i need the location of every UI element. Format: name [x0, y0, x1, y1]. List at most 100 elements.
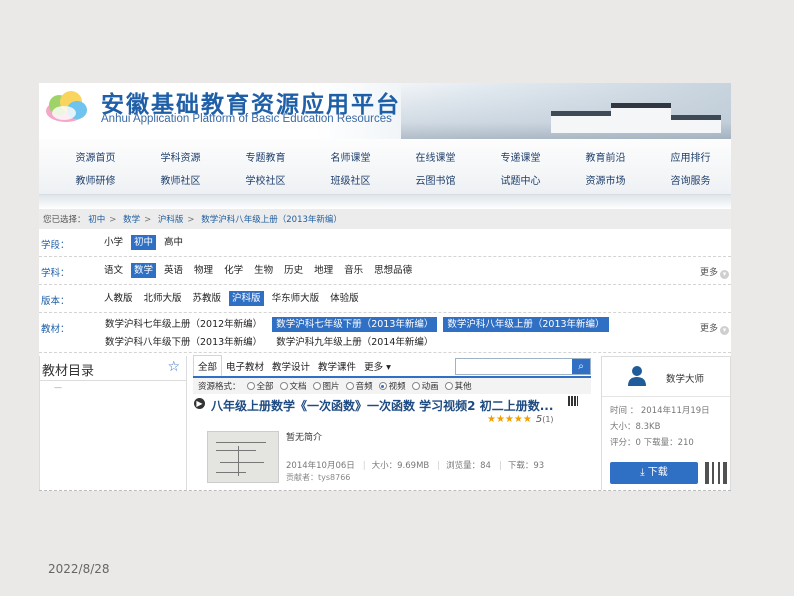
- nav-item[interactable]: 学科资源: [138, 149, 223, 164]
- filter-label: 学段：: [41, 240, 70, 251]
- nav-item[interactable]: 教师社区: [138, 172, 223, 187]
- format-option-selected[interactable]: 视频: [378, 380, 406, 392]
- filter-option[interactable]: 华东师大版: [269, 291, 323, 306]
- tab-more[interactable]: 更多 ▾: [360, 356, 395, 376]
- filter-label: 版本：: [41, 296, 70, 307]
- filter-option[interactable]: 语文: [101, 263, 126, 278]
- filter-option[interactable]: 苏教版: [190, 291, 225, 306]
- tab-courseware[interactable]: 教学课件: [314, 356, 360, 376]
- filter-option[interactable]: 北师大版: [141, 291, 185, 306]
- tab-all[interactable]: 全部: [193, 355, 223, 376]
- star-icon[interactable]: ☆: [167, 359, 180, 375]
- author-name[interactable]: 数学大师: [666, 371, 704, 385]
- format-option[interactable]: 其他: [444, 380, 472, 392]
- filter-option-selected[interactable]: 初中: [131, 235, 157, 250]
- format-option[interactable]: 全部: [246, 380, 274, 392]
- nav-item[interactable]: 资源市场: [563, 172, 648, 187]
- filter-option[interactable]: 体验版: [327, 291, 362, 306]
- format-option[interactable]: 文档: [279, 380, 307, 392]
- nav-item[interactable]: 专递课堂: [478, 149, 563, 164]
- breadcrumb: 您已选择： 初中 > 数学 > 沪科版 > 数学沪科八年级上册（2013年新编）: [39, 209, 731, 229]
- video-icon: ▶: [194, 398, 205, 409]
- filter-row-subject: 学科： 语文 数学 英语 物理 化学 生物 历史 地理 音乐 思想品德 更多 ▾: [39, 257, 731, 285]
- textbook-option[interactable]: 数学沪科七年级上册（2012年新编）: [101, 317, 266, 332]
- filter-option[interactable]: 思想品德: [371, 263, 415, 278]
- more-button[interactable]: 更多 ▾: [700, 321, 729, 335]
- nav-item[interactable]: 班级社区: [308, 172, 393, 187]
- qr-code-icon[interactable]: [568, 396, 578, 406]
- textbook-option[interactable]: 数学沪科九年级上册（2014年新编）: [272, 335, 437, 350]
- resource-author: 贡献者：tys8766: [286, 473, 351, 482]
- nav-item[interactable]: 试题中心: [478, 172, 563, 187]
- filter-option[interactable]: 历史: [281, 263, 306, 278]
- format-filter: 资源格式： 全部 文档 图片 音频 视频 动画 其他: [193, 378, 591, 394]
- breadcrumb-prefix: 您已选择：: [43, 215, 86, 225]
- format-option[interactable]: 图片: [312, 380, 340, 392]
- search-input[interactable]: ⌕: [455, 358, 591, 375]
- nav-item[interactable]: 专题教育: [223, 149, 308, 164]
- filter-option-selected[interactable]: 数学: [131, 263, 157, 278]
- format-option[interactable]: 动画: [411, 380, 439, 392]
- textbook-option[interactable]: 数学沪科八年级下册（2013年新编）: [101, 335, 266, 350]
- textbook-option-selected[interactable]: 数学沪科七年级下册（2013年新编）: [272, 317, 438, 332]
- nav-item[interactable]: 应用排行: [648, 149, 731, 164]
- resource-thumbnail[interactable]: [207, 431, 279, 483]
- chevron-down-icon: ▾: [720, 326, 729, 335]
- resource-rating: ★★★★★ 5(1): [487, 414, 554, 425]
- filter-row-stage: 学段： 小学 初中 高中: [39, 229, 731, 257]
- resource-tabs: 全部 电子教材 教学设计 教学课件 更多 ▾ ⌕: [193, 355, 591, 378]
- download-button[interactable]: ⤓ 下载: [610, 462, 698, 484]
- cloud-logo-icon: [46, 91, 87, 122]
- breadcrumb-link[interactable]: 沪科版: [158, 215, 184, 225]
- rating-stars: ★★★★★: [487, 414, 532, 425]
- chevron-down-icon: ▾: [720, 270, 729, 279]
- filter-option[interactable]: 物理: [191, 263, 216, 278]
- filter-option[interactable]: 小学: [101, 235, 126, 250]
- nav-item[interactable]: 教师研修: [53, 172, 138, 187]
- filter-option[interactable]: 音乐: [341, 263, 366, 278]
- filter-option[interactable]: 化学: [221, 263, 246, 278]
- user-avatar-icon: [628, 366, 646, 386]
- filter-row-textbook: 教材： 数学沪科七年级上册（2012年新编） 数学沪科七年级下册（2013年新编…: [39, 313, 731, 353]
- nav-item[interactable]: 云图书馆: [393, 172, 478, 187]
- card-info: 时间 ： 2014年11月19日 大小：8.3KB 评分：0 下载量：210: [610, 406, 710, 448]
- main-nav: 资源首页 学科资源 专题教育 名师课堂 在线课堂 专递课堂 教育前沿 应用排行 …: [39, 139, 731, 195]
- textbook-toc: 教材目录 ☆ —: [39, 356, 187, 490]
- filter-option[interactable]: 高中: [161, 235, 186, 250]
- textbook-option-selected[interactable]: 数学沪科八年级上册（2013年新编）: [443, 317, 609, 332]
- filter-label: 学科：: [41, 268, 70, 279]
- qr-code-icon[interactable]: [705, 462, 727, 484]
- filter-option-selected[interactable]: 沪科版: [229, 291, 264, 306]
- footer-date: 2022/8/28: [48, 562, 110, 576]
- nav-item[interactable]: 资源首页: [53, 149, 138, 164]
- resource-description: 暂无简介: [286, 433, 323, 443]
- nav-item[interactable]: 名师课堂: [308, 149, 393, 164]
- resource-title[interactable]: 八年级上册数学《一次函数》一次函数 学习视频2 初二上册数...: [211, 397, 553, 414]
- more-button[interactable]: 更多 ▾: [700, 265, 729, 279]
- breadcrumb-link[interactable]: 数学: [123, 215, 140, 225]
- nav-item[interactable]: 学校社区: [223, 172, 308, 187]
- filter-option[interactable]: 生物: [251, 263, 276, 278]
- breadcrumb-link[interactable]: 初中: [88, 215, 105, 225]
- filter-label: 教材：: [41, 324, 70, 335]
- tab-design[interactable]: 教学设计: [268, 356, 314, 376]
- site-banner: 安徽基础教育资源应用平台 Anhui Application Platform …: [39, 83, 731, 139]
- banner-scenery: [401, 83, 731, 139]
- filter-row-edition: 版本： 人教版 北师大版 苏教版 沪科版 华东师大版 体验版: [39, 285, 731, 313]
- filter-option[interactable]: 地理: [311, 263, 336, 278]
- search-icon[interactable]: ⌕: [572, 359, 590, 374]
- resource-list: 全部 电子教材 教学设计 教学课件 更多 ▾ ⌕ 资源格式： 全部 文档 图片 …: [193, 355, 591, 490]
- tab-ebook[interactable]: 电子教材: [222, 356, 268, 376]
- format-option[interactable]: 音频: [345, 380, 373, 392]
- nav-item[interactable]: 教育前沿: [563, 149, 648, 164]
- screenshot-panel: 安徽基础教育资源应用平台 Anhui Application Platform …: [39, 83, 731, 491]
- nav-item[interactable]: 在线课堂: [393, 149, 478, 164]
- nav-item[interactable]: 咨询服务: [648, 172, 731, 187]
- breadcrumb-link[interactable]: 数学沪科八年级上册（2013年新编）: [201, 215, 342, 225]
- resource-meta: 2014年10月06日 | 大小：9.69MB | 浏览量：84 | 下载：93: [286, 461, 545, 471]
- filter-option[interactable]: 英语: [161, 263, 186, 278]
- format-label: 资源格式：: [198, 382, 241, 392]
- filter-option[interactable]: 人教版: [101, 291, 136, 306]
- toc-placeholder: —: [54, 383, 62, 392]
- toc-title: 教材目录: [42, 364, 95, 379]
